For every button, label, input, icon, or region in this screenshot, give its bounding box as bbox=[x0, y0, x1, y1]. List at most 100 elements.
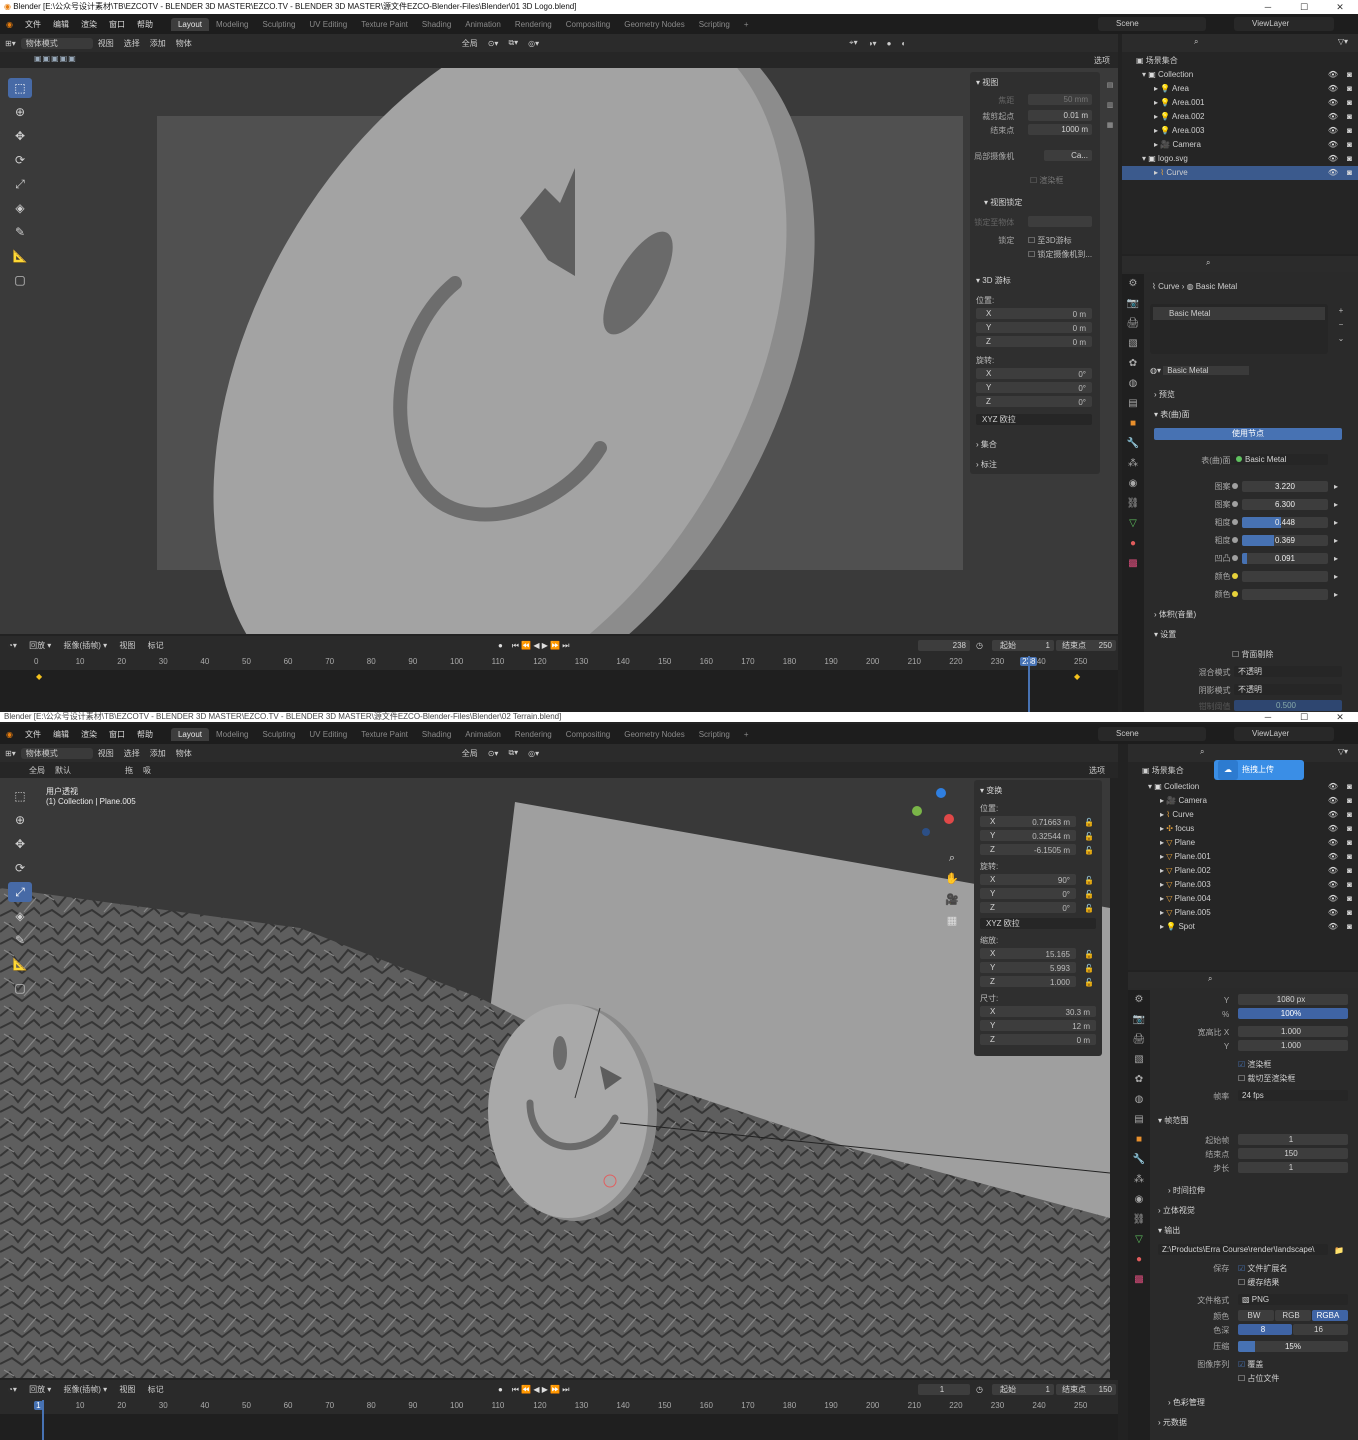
world-tab-icon[interactable]: ◍ bbox=[1122, 374, 1144, 394]
render-camera-icon[interactable]: ◙ bbox=[1347, 68, 1352, 82]
render-camera-icon[interactable]: ◙ bbox=[1347, 808, 1352, 822]
compress-slider[interactable]: 15% bbox=[1238, 1341, 1348, 1352]
3d-viewport[interactable]: 用户透视 (1) Collection | Plane.005 ⬚ ⊕ ✥ ⟳ ⤢… bbox=[0, 778, 1110, 1378]
dim-z[interactable]: Z0 m bbox=[974, 1034, 1102, 1047]
outliner-search-icon[interactable]: ⌕ bbox=[1194, 37, 1198, 47]
overlay-icon[interactable]: ◑▾ bbox=[863, 39, 882, 48]
menu-edit[interactable]: 编辑 bbox=[47, 729, 75, 740]
render-camera-icon[interactable]: ◙ bbox=[1347, 864, 1352, 878]
eye-icon[interactable]: 👁 bbox=[1328, 836, 1338, 850]
scene-selector[interactable]: Scene bbox=[1098, 727, 1206, 741]
frame-ruler[interactable]: 0 10 20 30 40 50 60 70 80 90 100 110 120 130 140 150 160… bbox=[0, 656, 1118, 670]
outliner-item-curve[interactable]: ▸ ⌇ Curve 👁 ◙ bbox=[1122, 166, 1358, 180]
snap-icon[interactable]: ⧉▾ bbox=[503, 748, 523, 758]
select-mode-icons[interactable]: ▣▣▣▣▣ bbox=[34, 54, 77, 63]
render-region-checkbox[interactable]: ☑ 渲染框 bbox=[1238, 1058, 1358, 1071]
cursor-icon[interactable]: ⊕ bbox=[8, 102, 32, 122]
menu-help[interactable]: 帮助 bbox=[131, 19, 159, 30]
socket-menu-icon[interactable]: ▸ bbox=[1334, 570, 1338, 583]
overwrite-checkbox[interactable]: ☑ 覆盖 bbox=[1238, 1358, 1263, 1371]
row-lock-camera[interactable]: ☐ 锁定摄像机到... bbox=[1028, 248, 1118, 261]
lock-icon[interactable]: 🔓 bbox=[1084, 830, 1094, 843]
dim-y[interactable]: Y 12 m bbox=[974, 1020, 1102, 1033]
section-frame-range[interactable]: ▾ 帧范围 bbox=[1158, 1114, 1358, 1127]
outliner-item-camera[interactable]: ▸ 🎥 Camera 👁 ◙ bbox=[1128, 794, 1358, 808]
section-surface[interactable]: ▾ 表(曲)面 bbox=[1154, 408, 1358, 421]
close-icon[interactable]: ✕ bbox=[1322, 712, 1358, 722]
playback-controls[interactable]: ● ⏮ ⏪ ◀ ▶ ⏩ ⏭ bbox=[498, 1383, 569, 1396]
section-settings[interactable]: ▾ 设置 bbox=[1154, 628, 1358, 641]
tab-sculpting[interactable]: Sculpting bbox=[255, 728, 302, 741]
section-volume[interactable]: › 体积(音量) bbox=[1154, 608, 1358, 621]
render-camera-icon[interactable]: ◙ bbox=[1347, 850, 1352, 864]
render-camera-icon[interactable]: ◙ bbox=[1347, 96, 1352, 110]
keyframe-track[interactable] bbox=[0, 1414, 1118, 1440]
dim-x[interactable]: X 30.3 m bbox=[974, 1006, 1102, 1019]
scale-z[interactable]: Z 1.000 🔓 bbox=[974, 976, 1102, 989]
tab-shading[interactable]: Shading bbox=[415, 18, 458, 31]
cursor-icon[interactable]: ⊕ bbox=[8, 810, 32, 830]
cursor-rot-z[interactable]: Z 0° bbox=[970, 396, 1100, 409]
view-layer-tab-icon[interactable]: ▧ bbox=[1122, 334, 1144, 354]
transform-icon[interactable]: ◈ bbox=[8, 906, 32, 926]
upload-button[interactable]: ☁ 拖拽上传 bbox=[1214, 760, 1304, 780]
eye-icon[interactable]: 👁 bbox=[1328, 124, 1338, 138]
proportional-icon[interactable]: ◎▾ bbox=[523, 39, 544, 48]
scale-x[interactable]: X 15.165 🔓 bbox=[974, 948, 1102, 961]
playhead[interactable] bbox=[42, 1400, 45, 1440]
menu-add[interactable]: 添加 bbox=[145, 38, 171, 49]
timeline-marker-menu[interactable]: 标记 bbox=[148, 1385, 164, 1394]
add-cube-icon[interactable]: ▢ bbox=[8, 978, 32, 998]
tab-scripting[interactable]: Scripting bbox=[692, 18, 737, 31]
timeline-view-menu[interactable]: 视图 bbox=[119, 1385, 135, 1394]
menu-select[interactable]: 选择 bbox=[119, 38, 145, 49]
material-input-slider[interactable]: 6.300 bbox=[1242, 499, 1328, 510]
clock-icon[interactable]: ◷ bbox=[976, 639, 983, 652]
tab-compositing[interactable]: Compositing bbox=[559, 728, 617, 741]
viewlayer-selector[interactable]: ViewLayer bbox=[1234, 727, 1334, 741]
focal-field[interactable]: 50 mm bbox=[1028, 94, 1092, 105]
lock-icon[interactable]: 🔓 bbox=[1084, 976, 1094, 989]
outliner-item-plane-003[interactable]: ▸ ▽ Plane.003 👁 ◙ bbox=[1128, 878, 1358, 892]
transform-orientation[interactable]: 全局 bbox=[457, 38, 483, 49]
outliner-item-plane-005[interactable]: ▸ ▽ Plane.005 👁 ◙ bbox=[1128, 906, 1358, 920]
render-camera-icon[interactable]: ◙ bbox=[1347, 82, 1352, 96]
outliner-item-spot[interactable]: ▸ 💡 Spot 👁 ◙ bbox=[1128, 920, 1358, 934]
editor-type-icon[interactable]: ⊞▾ bbox=[0, 39, 21, 48]
lock-icon[interactable]: 🔓 bbox=[1084, 874, 1094, 887]
eye-icon[interactable]: 👁 bbox=[1328, 96, 1338, 110]
menu-object[interactable]: 物体 bbox=[171, 38, 197, 49]
outliner-item-area-002[interactable]: ▸ 💡 Area.002 👁 ◙ bbox=[1122, 110, 1358, 124]
editor-type-icon[interactable]: ⊞▾ bbox=[0, 749, 21, 758]
section-time-stretch[interactable]: › 时间拉伸 bbox=[1168, 1184, 1358, 1197]
res-pct-field[interactable]: 100% bbox=[1238, 1008, 1348, 1019]
section-view-lock[interactable]: ▾ 视图锁定 bbox=[984, 196, 1114, 209]
loc-y[interactable]: Y 0.32544 m 🔓 bbox=[974, 830, 1102, 843]
start-frame-field[interactable]: 起始 1 bbox=[992, 640, 1054, 651]
menu-render[interactable]: 渲染 bbox=[75, 19, 103, 30]
annotate-icon[interactable]: ✎ bbox=[8, 222, 32, 242]
modifier-tab-icon[interactable]: 🔧 bbox=[1122, 434, 1144, 454]
blender-menu-icon[interactable]: ◉ bbox=[0, 20, 19, 29]
socket-menu-icon[interactable]: ▸ bbox=[1334, 588, 1338, 601]
lock-icon[interactable]: 🔓 bbox=[1084, 902, 1094, 915]
eye-icon[interactable]: 👁 bbox=[1328, 850, 1338, 864]
tab-uv-editing[interactable]: UV Editing bbox=[302, 18, 354, 31]
timeline-marker-menu[interactable]: 标记 bbox=[148, 641, 164, 650]
grid-view-icon[interactable]: ▦ bbox=[944, 911, 960, 932]
properties-search-icon[interactable]: ⌕ bbox=[1206, 258, 1210, 268]
slot-add-icon[interactable]: + bbox=[1334, 304, 1348, 318]
eye-icon[interactable]: 👁 bbox=[1328, 138, 1338, 152]
render-camera-icon[interactable]: ◙ bbox=[1347, 110, 1352, 124]
annotate-icon[interactable]: ✎ bbox=[8, 930, 32, 950]
eye-icon[interactable]: 👁 bbox=[1328, 878, 1338, 892]
render-camera-icon[interactable]: ◙ bbox=[1347, 892, 1352, 906]
depth-16[interactable]: 16 bbox=[1293, 1324, 1348, 1335]
current-frame-field[interactable]: 238 bbox=[918, 640, 970, 651]
3d-viewport[interactable]: ⬚ ⊕ ✥ ⟳ ⤢ ◈ ✎ 📐 ▢ ▾ 视图 焦距 50 mm 裁剪起点 0.01 … bbox=[0, 68, 1118, 634]
pivot-icon[interactable]: ⊙▾ bbox=[483, 749, 504, 758]
proportional-icon[interactable]: ◎▾ bbox=[523, 749, 544, 758]
menu-window[interactable]: 窗口 bbox=[103, 19, 131, 30]
outliner-item-plane-004[interactable]: ▸ ▽ Plane.004 👁 ◙ bbox=[1128, 892, 1358, 906]
gizmo-x-icon[interactable] bbox=[944, 814, 954, 824]
